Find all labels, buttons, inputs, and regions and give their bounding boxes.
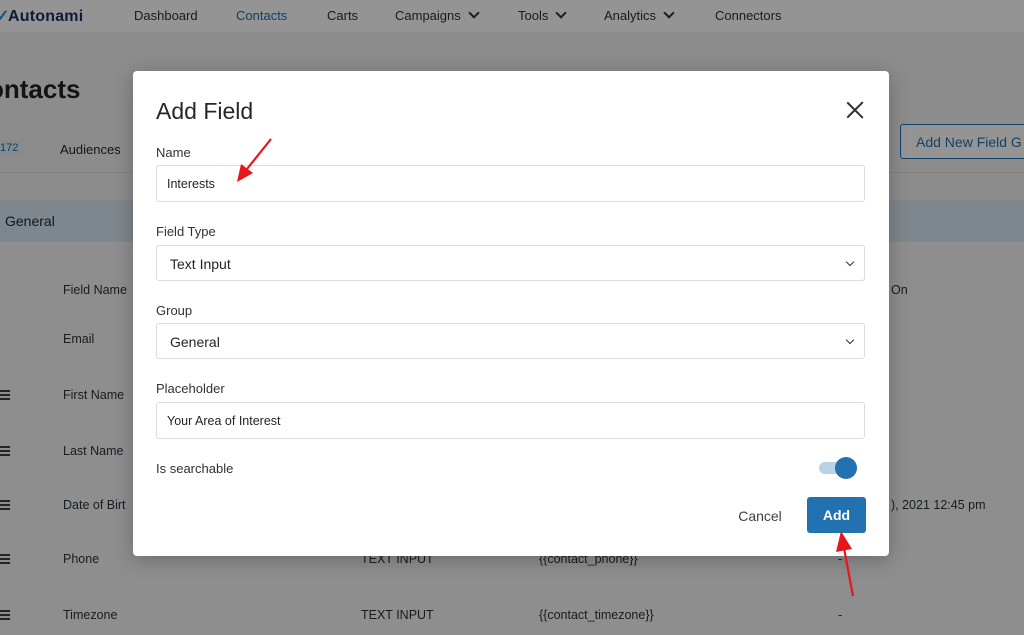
field-type-value: Text Input: [170, 256, 231, 272]
close-icon[interactable]: [844, 99, 866, 121]
cancel-button[interactable]: Cancel: [729, 505, 791, 527]
add-field-modal: Add Field Name Field Type Text Input Gro…: [133, 71, 889, 556]
group-value: General: [170, 334, 220, 350]
toggle-knob: [835, 457, 857, 479]
name-input[interactable]: [156, 165, 865, 202]
name-label: Name: [156, 145, 191, 160]
group-select[interactable]: General: [156, 323, 865, 359]
chevron-down-icon: [845, 257, 855, 267]
add-button[interactable]: Add: [807, 497, 866, 533]
field-type-select[interactable]: Text Input: [156, 245, 865, 281]
field-type-label: Field Type: [156, 224, 216, 239]
is-searchable-label: Is searchable: [156, 461, 234, 476]
chevron-down-icon: [845, 335, 855, 345]
modal-title: Add Field: [156, 98, 254, 124]
placeholder-input[interactable]: [156, 402, 865, 439]
group-label: Group: [156, 303, 193, 318]
is-searchable-toggle[interactable]: [817, 456, 857, 479]
placeholder-label: Placeholder: [156, 381, 225, 396]
